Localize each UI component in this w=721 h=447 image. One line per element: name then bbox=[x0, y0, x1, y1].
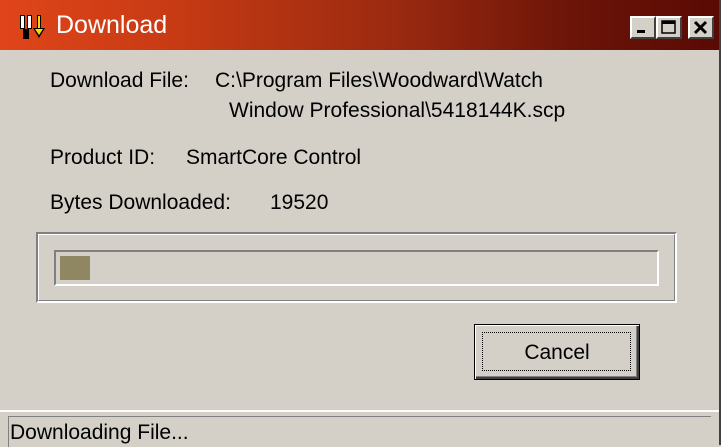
window-title: Download bbox=[56, 11, 168, 39]
minimize-button[interactable] bbox=[630, 16, 656, 39]
title-bar[interactable]: Download bbox=[0, 0, 719, 50]
progress-bar bbox=[54, 250, 659, 286]
cancel-button-label: Cancel bbox=[524, 341, 590, 364]
maximize-button[interactable] bbox=[656, 16, 682, 39]
close-button[interactable] bbox=[688, 16, 714, 39]
bytes-downloaded-label: Bytes Downloaded: bbox=[50, 191, 231, 214]
minimize-icon bbox=[637, 30, 645, 33]
download-file-path-line1: C:\Program Files\Woodward\Watch bbox=[215, 69, 543, 92]
download-file-path-line2: Window Professional\5418144K.scp bbox=[229, 99, 566, 122]
status-bar: Downloading File... bbox=[0, 410, 719, 447]
download-file-label: Download File: bbox=[50, 69, 189, 92]
product-id-label: Product ID: bbox=[50, 146, 156, 169]
app-icon bbox=[20, 15, 45, 39]
maximize-icon bbox=[661, 20, 676, 34]
bytes-downloaded-value: 19520 bbox=[270, 191, 329, 214]
cancel-button[interactable]: Cancel bbox=[474, 324, 640, 380]
status-text: Downloading File... bbox=[10, 421, 189, 444]
status-panel: Downloading File... bbox=[8, 416, 711, 447]
download-dialog: Download Download File: C:\Program Files… bbox=[0, 0, 721, 447]
product-id-value: SmartCore Control bbox=[186, 146, 362, 169]
close-icon bbox=[693, 20, 708, 35]
progress-bar-fill bbox=[60, 256, 90, 280]
